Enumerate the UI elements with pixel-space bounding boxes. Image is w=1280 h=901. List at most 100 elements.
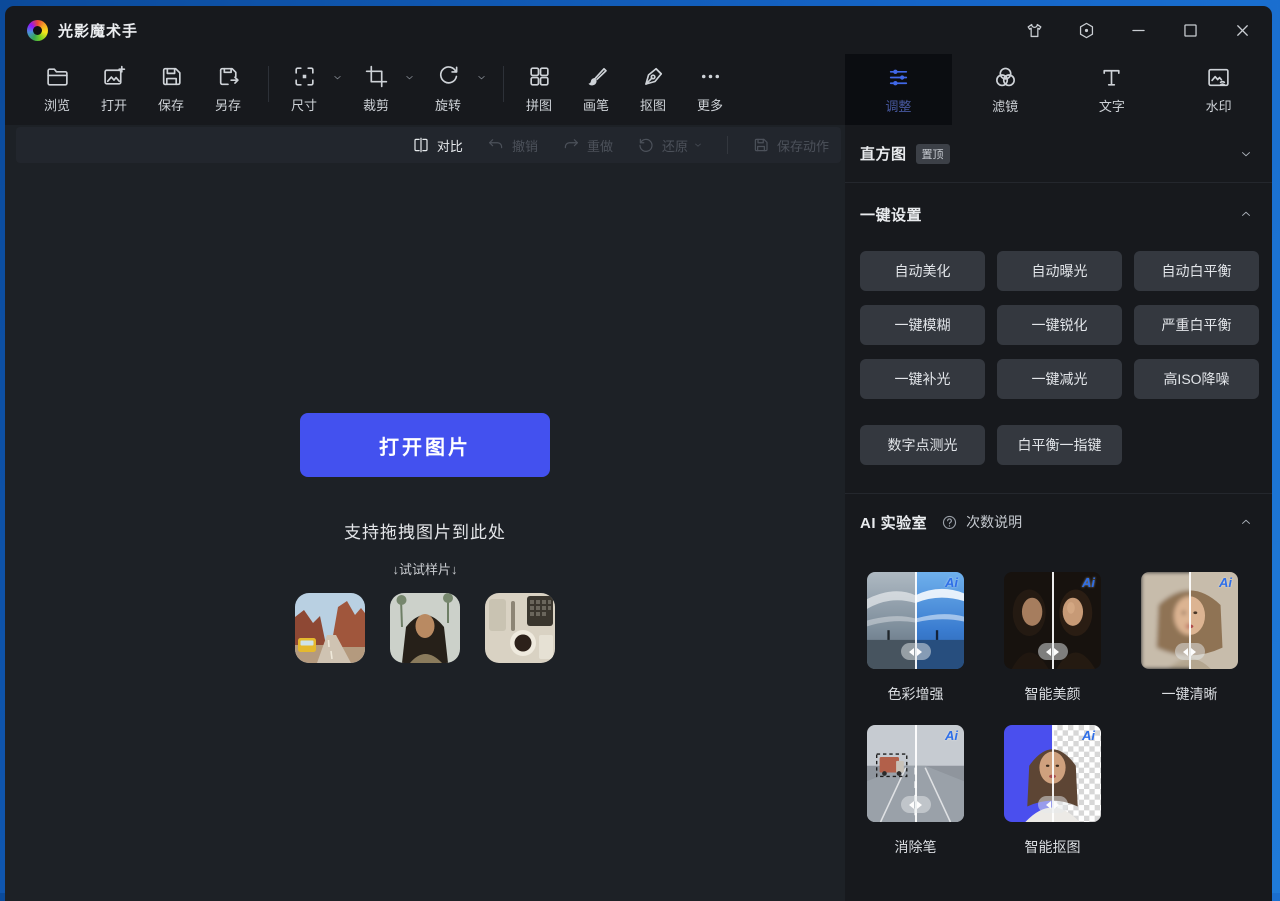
- one-key-title: 一键设置: [860, 204, 922, 225]
- sample-desk-flatlay-thumbnail[interactable]: [485, 593, 555, 663]
- chevron-up-icon[interactable]: [1239, 207, 1253, 221]
- close-icon[interactable]: [1233, 21, 1252, 40]
- compare-slider-icon[interactable]: [1038, 796, 1068, 813]
- brush-icon: [584, 64, 609, 89]
- size-button[interactable]: 尺寸: [281, 64, 327, 114]
- chevron-down-icon[interactable]: [332, 72, 343, 83]
- pen-nib-icon: [641, 64, 666, 89]
- save-button[interactable]: 保存: [148, 64, 194, 114]
- brush-button[interactable]: 画笔: [573, 64, 619, 114]
- tab-text[interactable]: 文字: [1059, 54, 1166, 125]
- canvas-area: 对比 撤销 重做 还原 保存动作: [5, 125, 845, 901]
- drag-hint: 支持拖拽图片到此处: [344, 518, 506, 543]
- one-key-fill-light-button[interactable]: 一键补光: [860, 359, 985, 399]
- ai-eraser-pen-thumbnail[interactable]: Ai: [867, 725, 964, 822]
- compare-slider-icon[interactable]: [901, 643, 931, 660]
- rotate-icon: [436, 64, 461, 89]
- one-key-dim-light-button[interactable]: 一键减光: [997, 359, 1122, 399]
- settings-icon[interactable]: [1077, 21, 1096, 40]
- ai-color-enhance-thumbnail[interactable]: Ai: [867, 572, 964, 669]
- tab-filters[interactable]: 滤镜: [952, 54, 1059, 125]
- maximize-icon[interactable]: [1181, 21, 1200, 40]
- chevron-down-icon[interactable]: [1239, 147, 1253, 161]
- pin-top-badge[interactable]: 置顶: [916, 144, 950, 164]
- chevron-up-icon[interactable]: [1239, 515, 1253, 529]
- one-key-blur-button[interactable]: 一键模糊: [860, 305, 985, 345]
- one-key-section-header[interactable]: 一键设置: [845, 183, 1272, 245]
- ai-one-key-clarity-thumbnail[interactable]: Ai: [1141, 572, 1238, 669]
- open-label: 打开: [101, 95, 127, 114]
- histogram-section-header[interactable]: 直方图 置顶: [845, 125, 1272, 183]
- ai-item-label: 一键清晰: [1162, 684, 1218, 704]
- compare-slider-icon[interactable]: [1038, 643, 1068, 660]
- theme-skin-icon[interactable]: [1025, 21, 1044, 40]
- save-as-icon: [216, 64, 241, 89]
- ai-smart-cutout[interactable]: Ai 智能抠图: [1004, 725, 1101, 857]
- cutout-label: 抠图: [640, 95, 666, 114]
- browse-button[interactable]: 浏览: [34, 64, 80, 114]
- ai-lab-section-header[interactable]: AI 实验室 次数说明: [845, 493, 1272, 550]
- ai-smart-cutout-thumbnail[interactable]: Ai: [1004, 725, 1101, 822]
- tab-label: 文字: [1099, 96, 1125, 115]
- digital-spot-metering-button[interactable]: 数字点测光: [860, 425, 985, 465]
- ai-one-key-clarity[interactable]: Ai 一键清晰: [1141, 572, 1238, 704]
- image-add-icon: [102, 64, 127, 89]
- white-balance-one-touch-button[interactable]: 白平衡一指键: [997, 425, 1122, 465]
- usage-count-help[interactable]: 次数说明: [941, 512, 1022, 532]
- cutout-button[interactable]: 抠图: [630, 64, 676, 114]
- toolbar-divider: [503, 66, 504, 102]
- app-logo-aperture-icon: [27, 20, 48, 41]
- title-bar: 光影魔术手: [5, 6, 1272, 54]
- one-key-button-grid: 自动美化 自动曝光 自动白平衡 一键模糊 一键锐化 严重白平衡 一键补光 一键减…: [845, 245, 1272, 399]
- open-image-button[interactable]: 打开图片: [300, 413, 550, 477]
- auto-exposure-button[interactable]: 自动曝光: [997, 251, 1122, 291]
- high-iso-denoise-button[interactable]: 高ISO降噪: [1134, 359, 1259, 399]
- toolbar-divider: [268, 66, 269, 102]
- chevron-down-icon[interactable]: [404, 72, 415, 83]
- chevron-down-icon[interactable]: [476, 72, 487, 83]
- ai-item-label: 智能抠图: [1025, 837, 1081, 857]
- save-icon: [159, 64, 184, 89]
- sample-portrait-thumbnail[interactable]: [390, 593, 460, 663]
- tab-adjust[interactable]: 调整: [845, 54, 952, 125]
- ai-item-label: 智能美颜: [1025, 684, 1081, 704]
- more-button[interactable]: 更多: [687, 64, 733, 114]
- ai-eraser-pen[interactable]: Ai 消除笔: [867, 725, 964, 857]
- collage-button[interactable]: 拼图: [516, 64, 562, 114]
- tab-label: 滤镜: [992, 96, 1018, 115]
- content: 对比 撤销 重做 还原 保存动作: [5, 125, 1272, 901]
- rotate-label: 旋转: [435, 95, 461, 114]
- minimize-icon[interactable]: [1129, 21, 1148, 40]
- grid-icon: [527, 64, 552, 89]
- save-as-button[interactable]: 另存: [205, 64, 251, 114]
- auto-white-balance-button[interactable]: 自动白平衡: [1134, 251, 1259, 291]
- tab-label: 水印: [1206, 96, 1232, 115]
- sample-desert-road-thumbnail[interactable]: [295, 593, 365, 663]
- app-title: 光影魔术手: [58, 20, 138, 41]
- samples-hint: ↓试试样片↓: [392, 559, 457, 578]
- canvas-empty-state: 打开图片 支持拖拽图片到此处 ↓试试样片↓: [5, 125, 845, 901]
- filter-circles-icon: [993, 65, 1018, 90]
- compare-slider-icon[interactable]: [901, 796, 931, 813]
- panel-tabs: 调整 滤镜 文字 水印: [845, 54, 1272, 125]
- tab-watermark[interactable]: 水印: [1165, 54, 1272, 125]
- ai-smart-beauty[interactable]: Ai 智能美颜: [1004, 572, 1101, 704]
- auto-beautify-button[interactable]: 自动美化: [860, 251, 985, 291]
- ai-item-label: 消除笔: [895, 837, 937, 857]
- ai-badge: Ai: [945, 728, 958, 743]
- compare-slider-icon[interactable]: [1175, 643, 1205, 660]
- save-label: 保存: [158, 95, 184, 114]
- crop-button[interactable]: 裁剪: [353, 64, 399, 114]
- severe-white-balance-button[interactable]: 严重白平衡: [1134, 305, 1259, 345]
- ai-color-enhance[interactable]: Ai 色彩增强: [867, 572, 964, 704]
- open-button[interactable]: 打开: [91, 64, 137, 114]
- ai-badge: Ai: [1082, 575, 1095, 590]
- histogram-title: 直方图: [860, 143, 907, 164]
- one-key-sharpen-button[interactable]: 一键锐化: [997, 305, 1122, 345]
- rotate-button[interactable]: 旋转: [425, 64, 471, 114]
- crop-icon: [364, 64, 389, 89]
- ai-smart-beauty-thumbnail[interactable]: Ai: [1004, 572, 1101, 669]
- ai-item-label: 色彩增强: [888, 684, 944, 704]
- more-label: 更多: [697, 95, 723, 114]
- text-t-icon: [1099, 65, 1124, 90]
